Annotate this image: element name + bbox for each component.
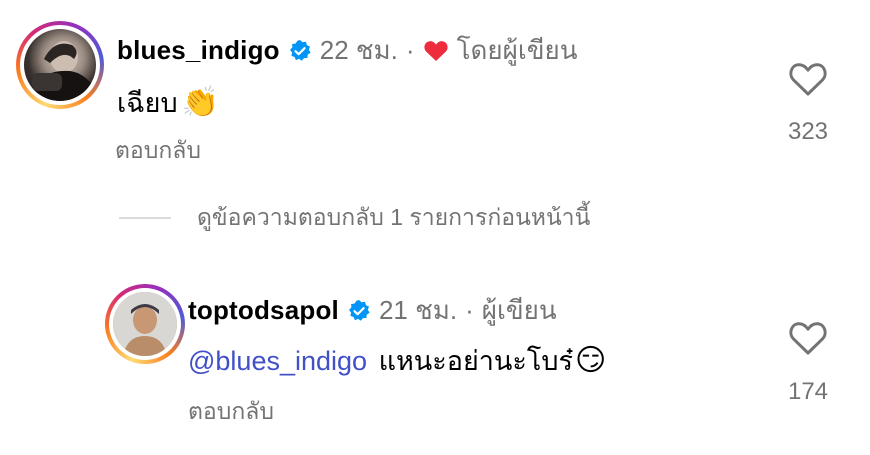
comment-body: เฉียบ 👏 (117, 81, 219, 124)
clapping-hands-emoji: 👏 (181, 86, 219, 119)
comment-text: เฉียบ (117, 88, 178, 118)
liked-by-author-label: โดยผู้เขียน (456, 35, 578, 65)
avatar-image (24, 29, 96, 101)
like-count: 323 (787, 118, 829, 145)
heart-outline-icon[interactable] (788, 61, 828, 97)
view-previous-replies-button[interactable]: ดูข้อความตอบกลับ 1 รายการก่อนหน้านี้ (119, 200, 590, 236)
avatar-gap (20, 25, 100, 105)
avatar-gap (109, 288, 181, 360)
avatar-image (113, 292, 177, 356)
smirk-emoji: 😏 (575, 344, 607, 377)
reply-header: toptodsapol 21 ชม. · ผู้เขียน (188, 290, 557, 331)
divider-line (119, 217, 171, 219)
heart-outline-icon[interactable] (788, 320, 828, 356)
separator-dot: · (405, 35, 415, 65)
verified-badge-icon (348, 299, 370, 321)
comment-time[interactable]: 22 ชม. (320, 30, 398, 71)
comment-header: blues_indigo 22 ชม. · โดยผู้เขียน (117, 30, 578, 71)
mention-link[interactable]: @blues_indigo (188, 346, 367, 376)
red-heart-icon (423, 40, 448, 61)
author-label: ผู้เขียน (481, 295, 557, 325)
reply-text: แหนะอย่านะโบร๋ (378, 346, 574, 376)
reply-button[interactable]: ตอบกลับ (188, 394, 274, 430)
avatar-photo-icon (113, 292, 177, 356)
reply-body: @blues_indigo แหนะอย่านะโบร๋😏 (188, 339, 606, 382)
verified-badge-icon (289, 39, 311, 61)
avatar-blues-indigo[interactable] (16, 21, 104, 109)
like-count: 174 (787, 378, 829, 405)
reply-time[interactable]: 21 ชม. (379, 290, 457, 331)
avatar-toptodsapol[interactable] (105, 284, 185, 364)
avatar-photo-icon (30, 41, 94, 101)
reply-username[interactable]: toptodsapol (188, 295, 339, 326)
comment-username[interactable]: blues_indigo (117, 35, 280, 66)
reply-button[interactable]: ตอบกลับ (115, 133, 201, 169)
view-replies-label: ดูข้อความตอบกลับ 1 รายการก่อนหน้านี้ (197, 204, 591, 230)
separator-dot: · (465, 295, 474, 325)
